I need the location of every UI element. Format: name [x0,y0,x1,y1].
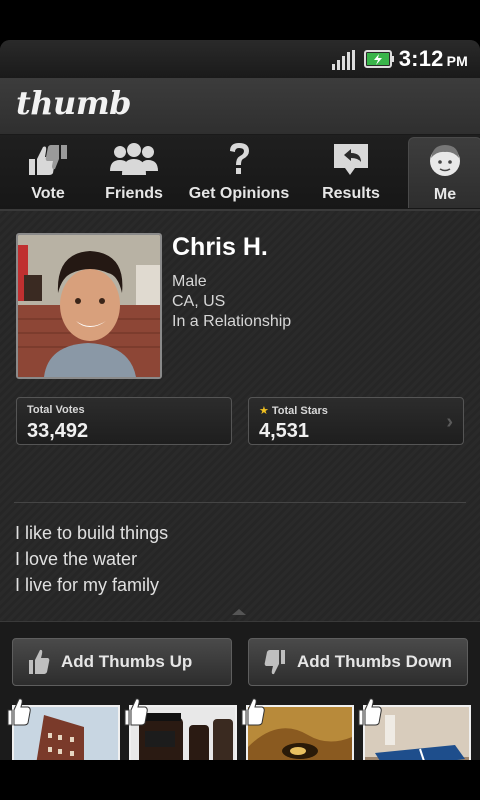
thumbs-up-badge-icon [124,698,148,726]
collapse-caret-icon[interactable] [232,609,246,615]
add-thumbs-down-label: Add Thumbs Down [297,652,452,671]
clock-time: 3:12 [398,46,444,71]
thumbs-vote-icon [29,145,67,175]
me-face-icon [430,145,460,176]
total-stars-value: 4,531 [259,420,310,442]
star-icon: ★ [259,405,269,417]
add-thumbs-up-button[interactable]: Add Thumbs Up [12,638,232,686]
tab-friends[interactable]: Friends [96,141,172,207]
thumbs-down-icon [264,650,285,675]
bio-line-1: I like to build things [15,523,169,543]
total-stars-title: ★ Total Stars [259,404,328,417]
divider [14,502,466,503]
thumbs-up-badge-icon [7,698,31,726]
avatar [18,235,160,377]
tab-get-opinions-label: Get Opinions [188,185,290,202]
friends-icon [110,143,158,175]
app-header: thumb [0,78,480,135]
results-reply-icon [334,144,368,175]
tab-vote-label: Vote [31,185,65,202]
add-thumbs-up-label: Add Thumbs Up [61,652,193,671]
clock-ampm: PM [446,53,468,69]
total-votes-label: Total Votes [27,404,85,416]
tab-me[interactable]: Me [408,137,480,208]
profile-name: Chris H. [172,233,268,261]
tab-vote[interactable]: Vote [8,141,88,207]
app-logo: thumb [16,84,132,122]
profile-relationship: In a Relationship [172,313,292,330]
total-votes-stat: Total Votes 33,492 [16,397,232,445]
total-stars-label: Total Stars [271,405,328,417]
tab-results-label: Results [322,185,380,202]
tab-results[interactable]: Results [312,141,390,207]
tab-friends-label: Friends [105,185,163,202]
thumbs-up-badge-icon [358,698,382,726]
profile-gender: Male [172,273,207,290]
total-votes-value: 33,492 [27,420,89,442]
thumbs-up-badge-icon [241,698,265,726]
tab-bar: Vote Friends Get Opinions Results Me [0,135,480,211]
battery-icon [364,50,394,68]
bio-line-2: I love the water [15,549,138,569]
thumbs-up-icon [29,649,50,674]
profile-location: CA, US [172,293,226,310]
tab-me-label: Me [433,186,457,203]
total-stars-stat[interactable]: ★ Total Stars 4,531 › [248,397,464,445]
profile-photo[interactable] [16,233,162,379]
signal-icon [332,50,355,70]
chevron-right-icon: › [446,411,453,433]
status-bar: 3:12 PM [0,40,480,78]
tab-get-opinions[interactable]: Get Opinions [186,141,292,207]
profile-content: Chris H. Male CA, US In a Relationship T… [0,211,480,760]
status-clock: 3:12 PM [399,46,468,72]
add-thumbs-down-button[interactable]: Add Thumbs Down [248,638,468,686]
question-mark-icon [230,143,249,174]
app-screen: 3:12 PM thumb Vote Friends Get Opinions … [0,40,480,760]
bio-line-3: I live for my family [15,575,160,595]
